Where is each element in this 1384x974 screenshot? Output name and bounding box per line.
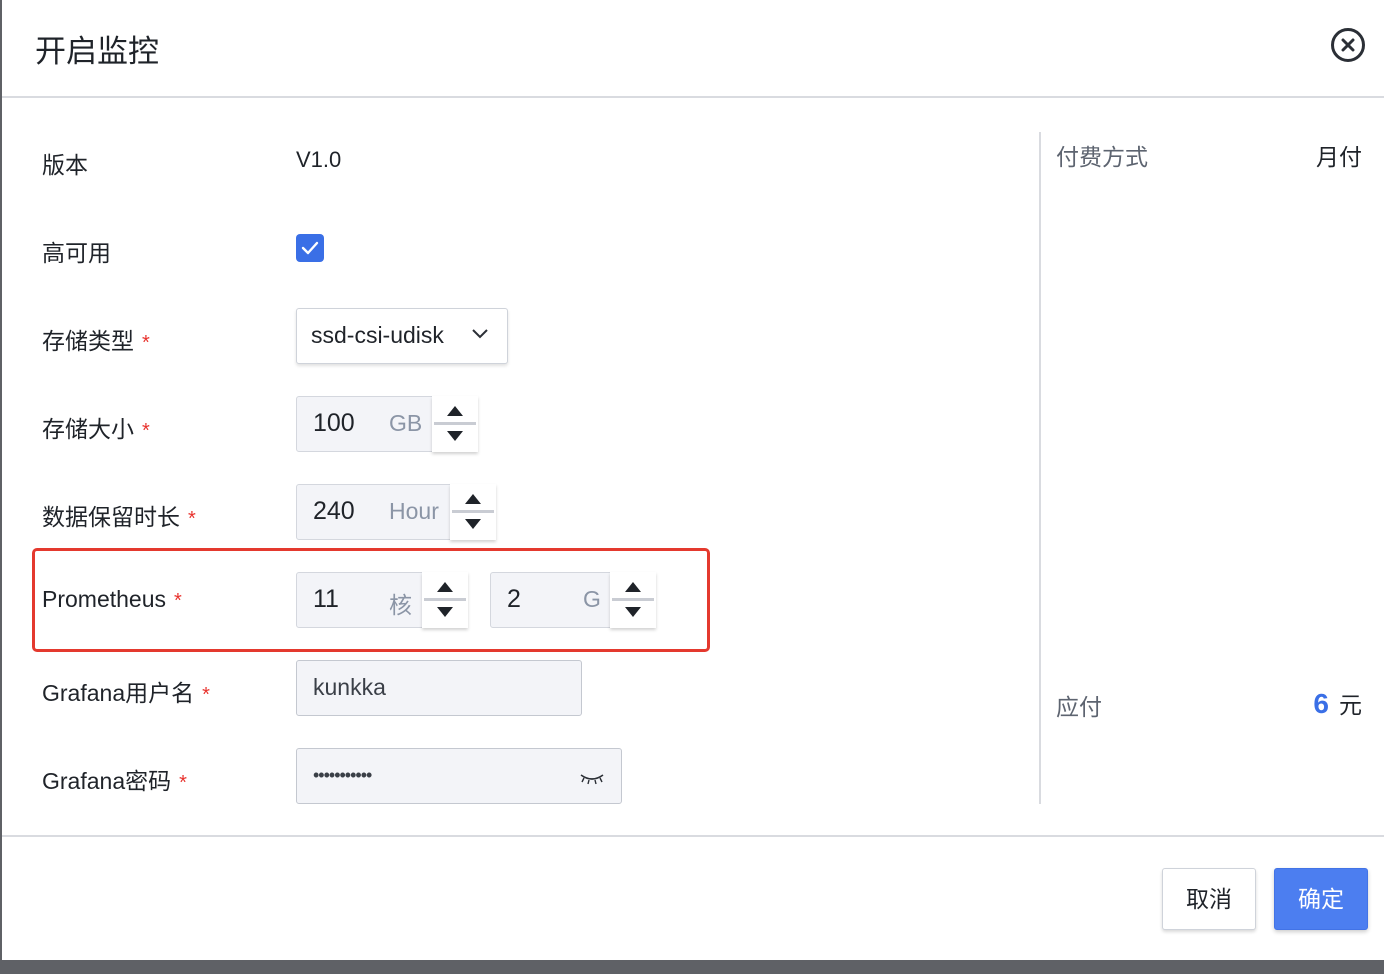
storage-size-stepper[interactable]: 100 GB (296, 396, 478, 452)
retention-value[interactable]: 240 (313, 497, 355, 526)
arrow-divider (434, 422, 476, 425)
prometheus-memory-arrows (610, 572, 656, 628)
footer-divider (2, 835, 1384, 837)
storage-size-unit: GB (389, 410, 423, 436)
close-button[interactable] (1331, 28, 1365, 62)
grafana-user-value: kunkka (313, 674, 386, 700)
high-availability-checkbox[interactable] (296, 234, 324, 262)
increment-arrow-icon[interactable] (435, 580, 455, 594)
required-mark: * (202, 684, 210, 706)
grafana-password-input[interactable]: ••••••••••• (296, 748, 622, 804)
confirm-button[interactable]: 确定 (1274, 868, 1368, 930)
arrow-divider (424, 598, 466, 601)
prometheus-memory-stepper[interactable]: 2 G (490, 572, 656, 628)
prometheus-cpu-unit: 核 (389, 592, 412, 618)
close-icon (1341, 38, 1355, 52)
prometheus-label: Prometheus * (42, 586, 182, 612)
prometheus-memory-value[interactable]: 2 (507, 585, 521, 614)
prometheus-cpu-arrows (422, 572, 468, 628)
required-mark: * (142, 420, 150, 442)
grafana-password-label: Grafana密码 * (42, 768, 187, 794)
storage-type-select[interactable]: ssd-csi-udisk (296, 308, 508, 364)
dialog-header: 开启监控 (2, 0, 1384, 98)
increment-arrow-icon[interactable] (463, 492, 483, 506)
increment-arrow-icon[interactable] (623, 580, 643, 594)
retention-stepper[interactable]: 240 Hour (296, 484, 496, 540)
storage-size-label: 存储大小 * (42, 416, 150, 442)
version-label: 版本 (42, 152, 88, 178)
increment-arrow-icon[interactable] (445, 404, 465, 418)
payable-currency: 元 (1339, 692, 1362, 718)
grafana-password-value: ••••••••••• (313, 765, 372, 785)
storage-type-label: 存储类型 * (42, 328, 150, 354)
grafana-user-input[interactable]: kunkka (296, 660, 582, 716)
retention-label: 数据保留时长 * (42, 504, 196, 530)
payable-price: 6元 (1313, 686, 1362, 720)
cancel-button[interactable]: 取消 (1162, 868, 1256, 930)
prometheus-cpu-value[interactable]: 11 (313, 585, 339, 614)
decrement-arrow-icon[interactable] (623, 605, 643, 619)
payment-method-label: 付费方式 (1056, 144, 1148, 170)
decrement-arrow-icon[interactable] (463, 517, 483, 531)
enable-monitoring-dialog: 开启监控 版本 V1.0 高可用 存储类型 * ssd-csi-udisk 存储大… (2, 0, 1384, 960)
summary-divider (1039, 132, 1041, 804)
retention-arrows (450, 484, 496, 540)
required-mark: * (188, 508, 196, 530)
check-icon (301, 241, 319, 255)
grafana-user-label: Grafana用户名 * (42, 680, 210, 706)
decrement-arrow-icon[interactable] (445, 429, 465, 443)
version-value: V1.0 (296, 147, 342, 172)
payment-method-value: 月付 (1316, 144, 1362, 170)
prometheus-cpu-stepper[interactable]: 11 核 (296, 572, 468, 628)
chevron-down-icon (472, 329, 488, 339)
arrow-divider (452, 510, 494, 513)
payable-label: 应付 (1056, 694, 1102, 720)
payable-amount: 6 (1313, 688, 1329, 719)
required-mark: * (142, 332, 150, 354)
eye-closed-icon[interactable] (579, 771, 605, 785)
storage-size-arrows (432, 396, 478, 452)
required-mark: * (179, 772, 187, 794)
prometheus-memory-unit: G (583, 586, 601, 612)
high-availability-label: 高可用 (42, 240, 111, 266)
storage-type-value: ssd-csi-udisk (311, 322, 444, 348)
decrement-arrow-icon[interactable] (435, 605, 455, 619)
arrow-divider (612, 598, 654, 601)
retention-unit: Hour (389, 498, 439, 524)
required-mark: * (174, 590, 182, 612)
storage-size-value[interactable]: 100 (313, 409, 355, 438)
dialog-title: 开启监控 (35, 34, 159, 69)
